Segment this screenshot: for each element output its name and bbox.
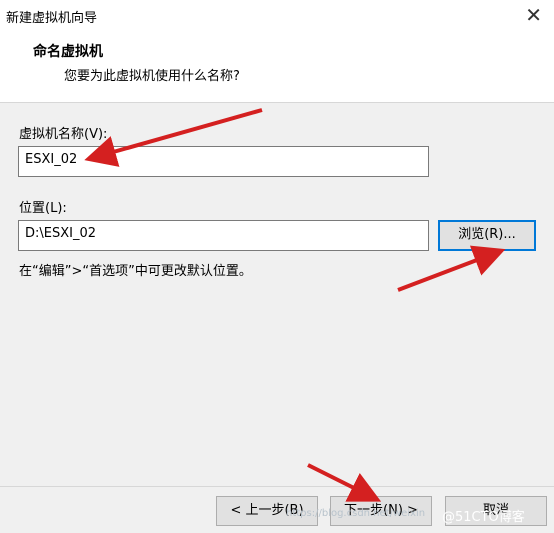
location-hint: 在“编辑”>“首选项”中可更改默认位置。 xyxy=(19,264,252,279)
location-label: 位置(L): xyxy=(19,201,67,216)
location-input[interactable]: D:\ESXI_02 xyxy=(18,220,429,251)
vm-name-label: 虚拟机名称(V): xyxy=(19,127,108,142)
watermark-url: https://blog.csdn.net/weixin xyxy=(286,508,426,519)
browse-button[interactable]: 浏览(R)... xyxy=(438,220,536,251)
title-bar: 新建虚拟机向导 ✕ xyxy=(0,0,554,32)
watermark-brand: @51CTO博客 xyxy=(442,510,525,525)
page-title: 命名虚拟机 xyxy=(33,44,103,60)
window-title: 新建虚拟机向导 xyxy=(6,11,98,26)
wizard-header: 命名虚拟机 您要为此虚拟机使用什么名称? xyxy=(0,32,554,103)
vm-name-input[interactable]: ESXI_02 xyxy=(18,146,429,177)
page-subtitle: 您要为此虚拟机使用什么名称? xyxy=(64,69,240,84)
wizard-content: 虚拟机名称(V): ESXI_02 位置(L): D:\ESXI_02 浏览(R… xyxy=(0,103,554,485)
close-icon[interactable]: ✕ xyxy=(525,3,542,27)
